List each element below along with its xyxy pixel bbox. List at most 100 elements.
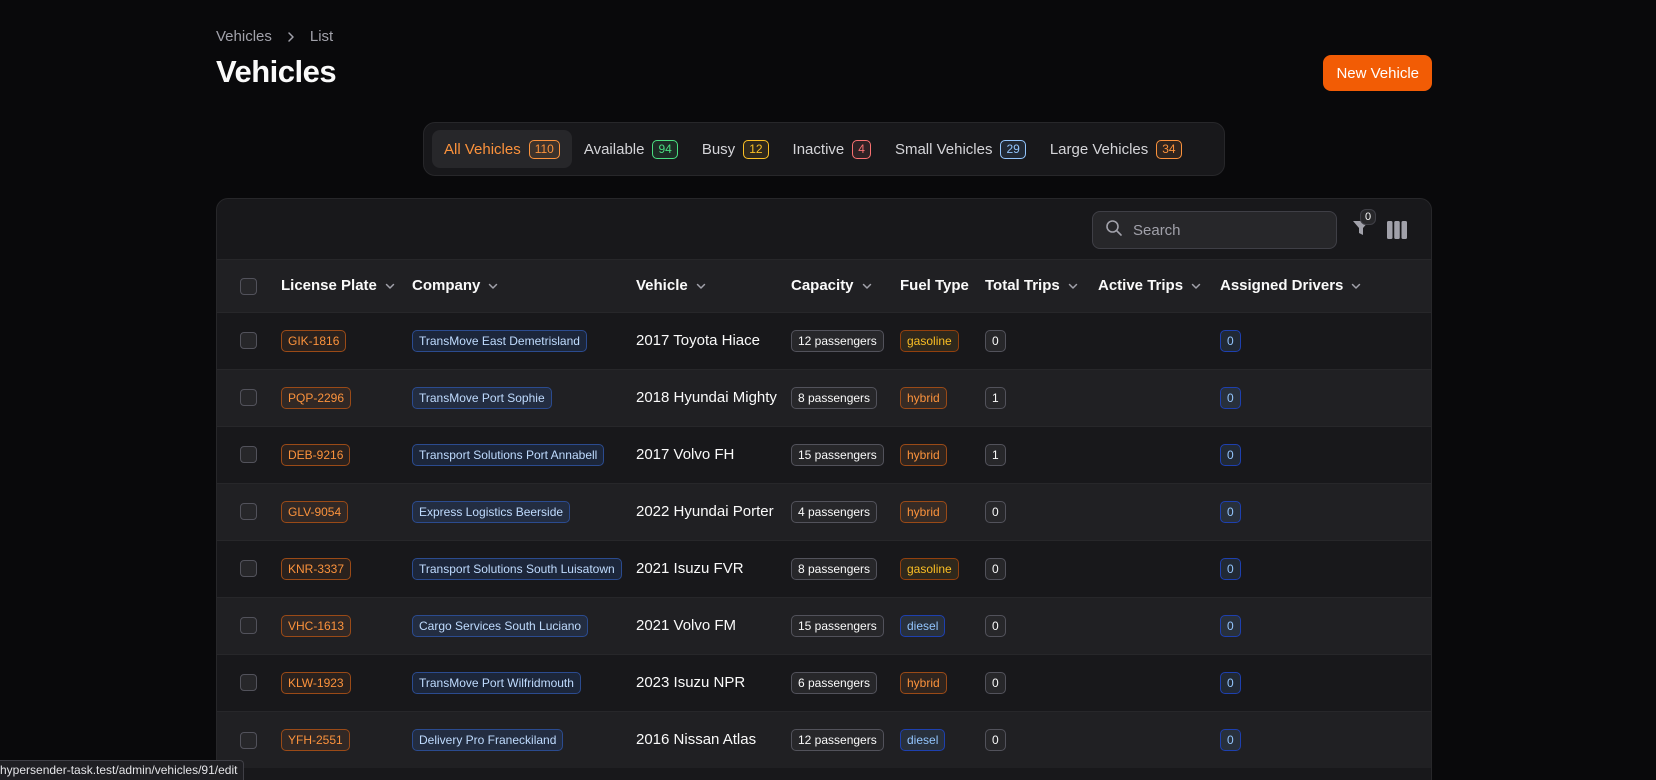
column-header[interactable]: Company	[412, 260, 636, 312]
tab-count-badge: 94	[652, 139, 678, 159]
capacity-badge: 12 passengers	[791, 329, 884, 352]
columns-toggle-button[interactable]	[1387, 221, 1407, 239]
company-badge[interactable]: Express Logistics Beerside	[412, 500, 571, 523]
total-trips-badge: 0	[985, 500, 1006, 523]
tab-inactive[interactable]: Inactive 4	[781, 130, 883, 168]
column-header[interactable]: Active Trips	[1098, 260, 1220, 312]
page-title: Vehicles	[216, 54, 337, 89]
search-icon	[1105, 219, 1123, 242]
capacity-badge: 6 passengers	[791, 671, 878, 694]
table-row[interactable]: KLW-1923 TransMove Port Wilfridmouth 2023 …	[217, 654, 1431, 711]
company-badge[interactable]: Delivery Pro Franeckiland	[412, 728, 564, 751]
license-plate-badge: YFH-2551	[281, 728, 350, 751]
capacity-badge: 8 passengers	[791, 386, 878, 409]
total-trips-badge: 0	[985, 728, 1006, 751]
vehicle-name: 2022 Hyundai Porter	[636, 503, 774, 520]
company-badge[interactable]: Transport Solutions Port Annabell	[412, 443, 605, 466]
status-bar-url: hypersender-task.test/admin/vehicles/91/…	[0, 760, 245, 780]
column-header[interactable]: Total Trips	[985, 260, 1098, 312]
table-header-row: License Plate Company Vehicle Capacity Fuel …	[217, 260, 1431, 312]
fuel-type-badge: gasoline	[900, 329, 959, 352]
tab-label: Available	[583, 140, 645, 158]
chevron-down-icon[interactable]	[1190, 280, 1202, 292]
column-header[interactable]: Capacity	[791, 260, 900, 312]
select-all-checkbox[interactable]	[240, 277, 257, 295]
tab-label: Large Vehicles	[1049, 140, 1149, 158]
columns-icon	[1387, 221, 1407, 243]
row-checkbox[interactable]	[240, 560, 257, 578]
breadcrumb: Vehicles List	[216, 28, 333, 45]
new-vehicle-button[interactable]: New Vehicle	[1323, 55, 1432, 91]
table-row[interactable]: KNR-3337 Transport Solutions South Luisat…	[217, 540, 1431, 597]
tab-all-vehicles[interactable]: All Vehicles 110	[432, 130, 572, 168]
tab-busy[interactable]: Busy 12	[690, 130, 781, 168]
tab-label: Busy	[701, 140, 736, 158]
capacity-badge: 15 passengers	[791, 443, 884, 466]
vehicle-name: 2017 Toyota Hiace	[636, 332, 760, 349]
assigned-drivers-badge: 0	[1220, 500, 1241, 523]
search-input[interactable]	[1133, 221, 1323, 239]
row-checkbox[interactable]	[240, 503, 257, 521]
breadcrumb-item-vehicles[interactable]: Vehicles	[216, 28, 272, 45]
fuel-type-badge: diesel	[900, 728, 946, 751]
total-trips-badge: 0	[985, 614, 1006, 637]
license-plate-badge: KNR-3337	[281, 557, 352, 580]
capacity-badge: 4 passengers	[791, 500, 878, 523]
column-header[interactable]: License Plate	[281, 260, 412, 312]
column-header[interactable]: Assigned Drivers	[1220, 260, 1431, 312]
filter-button[interactable]: 0	[1352, 209, 1377, 241]
table-body: GIK-1816 TransMove East Demetrisland 2017 …	[217, 312, 1431, 768]
vehicle-name: 2018 Hyundai Mighty	[636, 389, 777, 406]
chevron-down-icon[interactable]	[695, 280, 707, 292]
table-row[interactable]: GLV-9054 Express Logistics Beerside 2022 H…	[217, 483, 1431, 540]
tab-count-badge: 4	[852, 139, 871, 159]
tab-label: Small Vehicles	[894, 140, 993, 158]
fuel-type-badge: gasoline	[900, 557, 959, 580]
column-header-label: License Plate	[281, 277, 377, 295]
table-row[interactable]: YFH-2551 Delivery Pro Franeckiland 2016 Ni…	[217, 711, 1431, 768]
assigned-drivers-badge: 0	[1220, 728, 1241, 751]
vehicle-name: 2021 Volvo FM	[636, 617, 737, 634]
row-checkbox[interactable]	[240, 389, 257, 407]
column-header-label: Assigned Drivers	[1220, 277, 1344, 295]
column-header-label: Active Trips	[1098, 277, 1184, 295]
chevron-down-icon[interactable]	[861, 280, 873, 292]
table-row[interactable]: PQP-2296 TransMove Port Sophie 2018 Hyunda…	[217, 369, 1431, 426]
search-box[interactable]	[1092, 211, 1337, 249]
company-badge[interactable]: Transport Solutions South Luisatown	[412, 557, 622, 580]
assigned-drivers-badge: 0	[1220, 329, 1241, 352]
license-plate-badge: GIK-1816	[281, 329, 347, 352]
tab-available[interactable]: Available 94	[572, 130, 690, 168]
fuel-type-badge: diesel	[900, 614, 946, 637]
company-badge[interactable]: Cargo Services South Luciano	[412, 614, 589, 637]
vehicle-name: 2021 Isuzu FVR	[636, 560, 744, 577]
fuel-type-badge: hybrid	[900, 443, 947, 466]
assigned-drivers-badge: 0	[1220, 671, 1241, 694]
table-row[interactable]: GIK-1816 TransMove East Demetrisland 2017 …	[217, 312, 1431, 369]
company-badge[interactable]: TransMove East Demetrisland	[412, 329, 587, 352]
row-checkbox[interactable]	[240, 674, 257, 692]
chevron-down-icon[interactable]	[1067, 280, 1079, 292]
row-checkbox[interactable]	[240, 731, 257, 749]
vehicle-name: 2023 Isuzu NPR	[636, 674, 746, 691]
tab-large-vehicles[interactable]: Large Vehicles 34	[1038, 130, 1194, 168]
company-badge[interactable]: TransMove Port Wilfridmouth	[412, 671, 581, 694]
license-plate-badge: VHC-1613	[281, 614, 352, 637]
breadcrumb-item-list[interactable]: List	[310, 28, 333, 45]
row-checkbox[interactable]	[240, 332, 257, 350]
column-header-label: Fuel Type	[900, 277, 969, 295]
row-checkbox[interactable]	[240, 617, 257, 635]
chevron-down-icon[interactable]	[1350, 280, 1362, 292]
table-row[interactable]: VHC-1613 Cargo Services South Luciano 2021…	[217, 597, 1431, 654]
row-checkbox[interactable]	[240, 446, 257, 464]
company-badge[interactable]: TransMove Port Sophie	[412, 386, 552, 409]
chevron-down-icon[interactable]	[384, 280, 396, 292]
total-trips-badge: 1	[985, 443, 1006, 466]
license-plate-badge: KLW-1923	[281, 671, 351, 694]
license-plate-badge: PQP-2296	[281, 386, 352, 409]
column-header[interactable]: Vehicle	[636, 260, 791, 312]
table-row[interactable]: DEB-9216 Transport Solutions Port Annabel…	[217, 426, 1431, 483]
tab-small-vehicles[interactable]: Small Vehicles 29	[883, 130, 1038, 168]
fuel-type-badge: hybrid	[900, 386, 947, 409]
chevron-down-icon[interactable]	[487, 280, 499, 292]
